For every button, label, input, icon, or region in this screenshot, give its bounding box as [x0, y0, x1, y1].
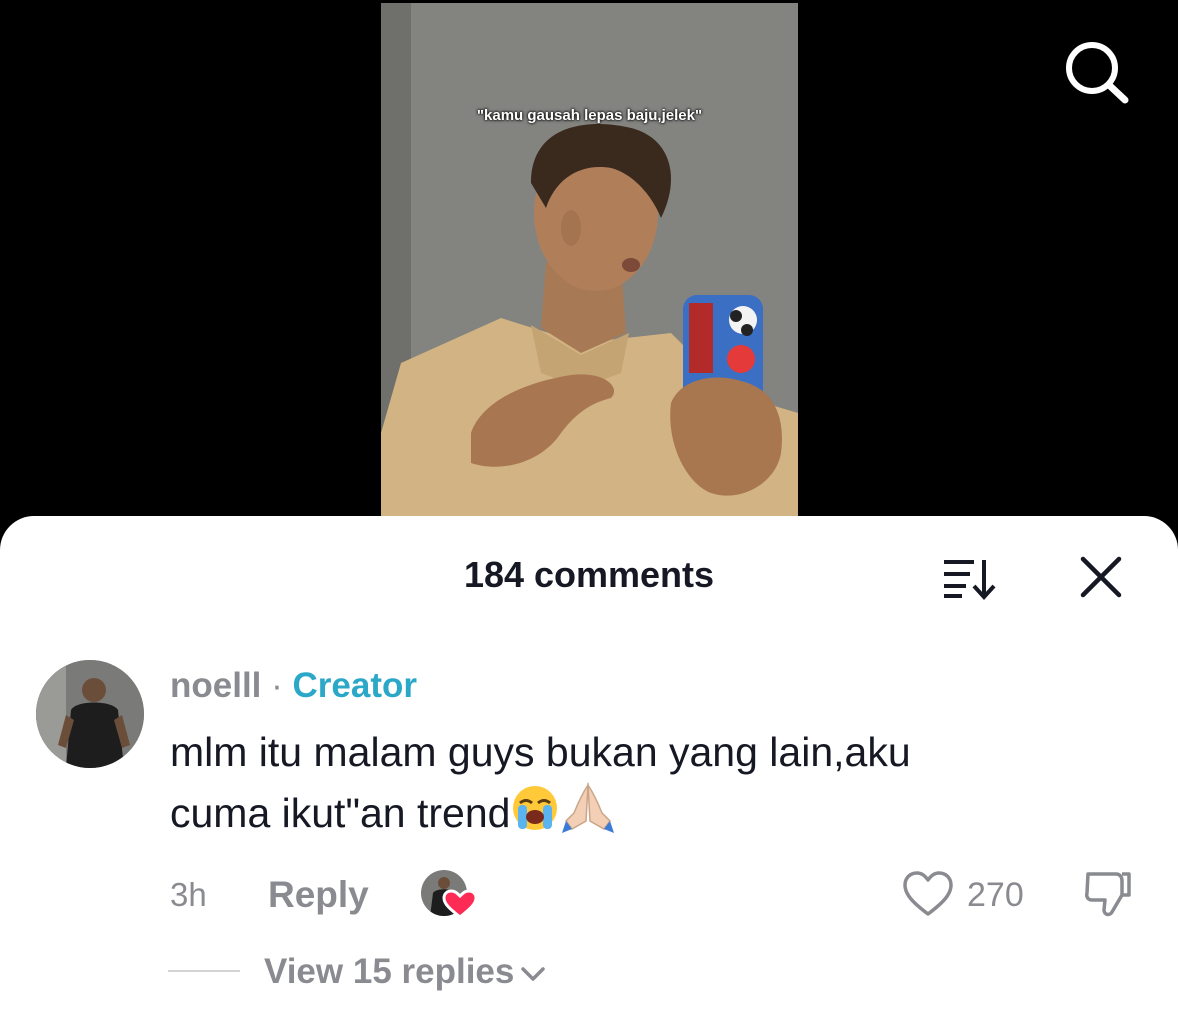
comments-sheet: 184 comments noelll · Creator mlm itu ma…	[0, 516, 1178, 1011]
creator-badge: Creator	[292, 666, 418, 705]
comment-text: mlm itu malam guys bukan yang lain,aku c…	[170, 724, 1070, 848]
reply-button[interactable]: Reply	[268, 874, 369, 916]
comment-text-line2: cuma ikut"an trend	[170, 790, 511, 836]
video-frame[interactable]: "kamu gausah lepas baju,jelek"	[381, 3, 798, 543]
comment-username[interactable]: noelll	[170, 666, 261, 705]
comment-text-line2-wrap: cuma ikut"an trend	[170, 781, 1070, 848]
comments-count-title: 184 comments	[463, 554, 715, 595]
comment-text-line1: mlm itu malam guys bukan yang lain,aku	[170, 729, 911, 775]
comment-meta: noelll · Creator	[170, 666, 417, 706]
sort-icon[interactable]	[940, 556, 998, 600]
view-replies-label: View 15 replies	[264, 952, 515, 991]
comment-time: 3h	[170, 876, 207, 913]
search-icon[interactable]	[1058, 38, 1130, 104]
video-caption: "kamu gausah lepas baju,jelek"	[476, 107, 703, 124]
dislike-icon[interactable]	[1082, 868, 1134, 920]
avatar[interactable]	[36, 660, 144, 768]
heart-icon[interactable]	[902, 870, 954, 918]
folded-hands-icon	[560, 781, 616, 848]
loudly-crying-face-icon	[510, 783, 560, 848]
liked-by-creator-icon	[420, 869, 478, 921]
close-icon[interactable]	[1078, 554, 1124, 600]
video-scene	[381, 3, 798, 543]
meta-separator: ·	[271, 666, 283, 705]
replies-divider	[168, 970, 240, 972]
like-count: 270	[967, 876, 1024, 914]
chevron-down-icon	[521, 967, 546, 981]
view-replies-button[interactable]: View 15 replies	[264, 952, 546, 992]
video-player[interactable]: "kamu gausah lepas baju,jelek"	[0, 0, 1178, 560]
